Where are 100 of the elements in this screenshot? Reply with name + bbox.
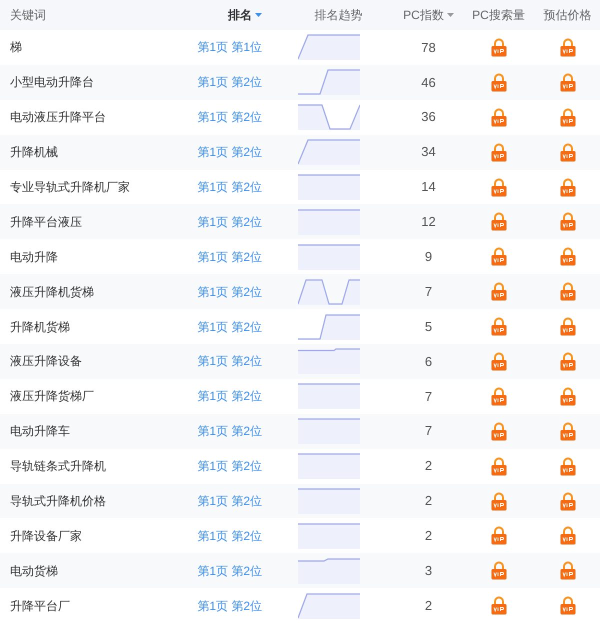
vip-lock-icon bbox=[560, 72, 576, 92]
pc-index-cell-text: 9 bbox=[424, 248, 432, 266]
pc-index-cell-text: 6 bbox=[424, 352, 432, 371]
trend-sparkline bbox=[298, 382, 360, 410]
trend-sparkline bbox=[298, 208, 360, 236]
pc-index-cell-text: 2 bbox=[424, 596, 432, 615]
rank-link[interactable]: 第1页 第2位 bbox=[197, 562, 262, 580]
trend-sparkline bbox=[298, 556, 360, 585]
keyword-cell: 液压升降设备 bbox=[10, 354, 82, 368]
rank-link[interactable]: 第1页 第2位 bbox=[197, 526, 262, 545]
pc-index-cell-text: 5 bbox=[424, 318, 432, 336]
vip-lock-icon bbox=[490, 526, 506, 546]
rank-link[interactable]: 第1页 第2位 bbox=[197, 212, 262, 231]
vip-lock-icon bbox=[490, 282, 506, 302]
rank-link[interactable]: 第1页 第2位 bbox=[197, 73, 262, 92]
trend-sparkline bbox=[298, 347, 360, 376]
vip-lock-icon bbox=[490, 247, 506, 266]
rank-link[interactable]: 第1页 第2位 bbox=[197, 387, 262, 406]
vip-lock-icon bbox=[560, 38, 576, 57]
rank-link[interactable]: 第1页 第2位 bbox=[197, 282, 262, 301]
trend-sparkline bbox=[298, 33, 360, 62]
column-header: 排名趋势 bbox=[314, 7, 362, 24]
vip-lock-icon bbox=[560, 456, 576, 476]
vip-lock-icon bbox=[560, 317, 576, 336]
vip-lock-icon bbox=[490, 108, 506, 127]
keyword-cell: 小型电动升降台 bbox=[10, 75, 94, 90]
rank-link[interactable]: 第1页 第2位 bbox=[197, 143, 262, 162]
vip-lock-icon bbox=[490, 352, 506, 371]
rank-link[interactable]: 第1页 第2位 bbox=[197, 352, 262, 370]
keyword-cell: 电动液压升降平台 bbox=[10, 110, 106, 124]
trend-sparkline bbox=[298, 452, 360, 480]
vip-lock-icon bbox=[490, 561, 506, 580]
vip-lock-icon bbox=[560, 352, 576, 371]
vip-lock-icon bbox=[490, 142, 506, 162]
vip-lock-icon bbox=[490, 212, 506, 232]
pc-index-cell-text: 46 bbox=[421, 74, 436, 92]
keyword-cell: 导轨链条式升降机 bbox=[10, 459, 106, 474]
keyword-cell: 电动货梯 bbox=[10, 564, 58, 578]
vip-lock-icon bbox=[560, 212, 576, 232]
keyword-cell: 电动升降 bbox=[10, 250, 58, 264]
rank-link[interactable]: 第1页 第2位 bbox=[197, 422, 262, 440]
vip-lock-icon bbox=[490, 456, 506, 476]
column-header: 关键词 bbox=[10, 7, 46, 24]
vip-lock-icon bbox=[560, 282, 576, 302]
keyword-cell: 电动升降车 bbox=[10, 424, 70, 438]
keyword-cell: 升降平台厂 bbox=[10, 598, 70, 613]
pc-index-cell-text: 2 bbox=[424, 457, 432, 476]
column-header: PC搜索量 bbox=[472, 7, 525, 24]
vip-lock-icon bbox=[560, 108, 576, 127]
keyword-cell: 升降设备厂家 bbox=[10, 528, 82, 543]
trend-sparkline bbox=[298, 278, 360, 306]
vip-lock-icon bbox=[560, 596, 576, 616]
vip-lock-icon bbox=[490, 178, 506, 196]
vip-lock-icon bbox=[560, 178, 576, 196]
vip-lock-icon bbox=[560, 561, 576, 580]
rank-link[interactable]: 第1页 第2位 bbox=[197, 492, 262, 510]
trend-sparkline bbox=[298, 103, 360, 132]
vip-lock-icon bbox=[490, 72, 506, 92]
vip-lock-icon bbox=[490, 386, 506, 406]
keyword-cell: 液压升降货梯厂 bbox=[10, 389, 94, 404]
rank-link[interactable]: 第1页 第1位 bbox=[197, 38, 262, 56]
vip-lock-icon bbox=[560, 526, 576, 546]
keyword-cell: 升降机货梯 bbox=[10, 320, 70, 334]
column-header[interactable]: 排名 bbox=[228, 6, 262, 24]
pc-index-cell-text: 7 bbox=[424, 282, 432, 301]
rank-link[interactable]: 第1页 第2位 bbox=[197, 178, 262, 196]
keyword-cell: 梯 bbox=[10, 40, 22, 54]
vip-lock-icon bbox=[560, 492, 576, 511]
trend-sparkline bbox=[298, 522, 360, 550]
trend-sparkline bbox=[298, 312, 360, 341]
trend-sparkline bbox=[298, 138, 360, 166]
vip-lock-icon bbox=[490, 492, 506, 511]
trend-sparkline bbox=[298, 242, 360, 271]
keyword-cell: 专业导轨式升降机厂家 bbox=[10, 180, 130, 194]
pc-index-cell-text: 7 bbox=[424, 388, 432, 406]
pc-index-cell-text: 14 bbox=[421, 178, 436, 196]
trend-sparkline bbox=[298, 68, 360, 96]
rank-link[interactable]: 第1页 第2位 bbox=[197, 596, 262, 615]
rank-link[interactable]: 第1页 第2位 bbox=[197, 457, 262, 476]
rank-link[interactable]: 第1页 第2位 bbox=[197, 318, 262, 336]
keyword-cell: 液压升降机货梯 bbox=[10, 284, 94, 299]
vip-lock-icon bbox=[490, 596, 506, 616]
vip-lock-icon bbox=[560, 386, 576, 406]
rank-link[interactable]: 第1页 第2位 bbox=[197, 248, 262, 266]
keyword-cell: 升降机械 bbox=[10, 145, 58, 160]
pc-index-cell-text: 7 bbox=[424, 422, 432, 440]
trend-sparkline bbox=[298, 487, 360, 516]
trend-sparkline bbox=[298, 417, 360, 446]
pc-index-cell-text: 78 bbox=[421, 38, 436, 57]
rank-link[interactable]: 第1页 第2位 bbox=[197, 108, 262, 126]
vip-lock-icon bbox=[560, 247, 576, 266]
vip-lock-icon bbox=[490, 317, 506, 336]
trend-sparkline bbox=[298, 173, 360, 201]
vip-lock-icon bbox=[490, 422, 506, 441]
vip-lock-icon bbox=[560, 422, 576, 441]
keyword-cell: 导轨式升降机价格 bbox=[10, 494, 106, 508]
pc-index-cell-text: 2 bbox=[424, 492, 432, 510]
trend-sparkline bbox=[298, 592, 360, 620]
column-header[interactable]: PC指数 bbox=[403, 6, 454, 24]
pc-index-cell-text: 34 bbox=[421, 143, 436, 162]
